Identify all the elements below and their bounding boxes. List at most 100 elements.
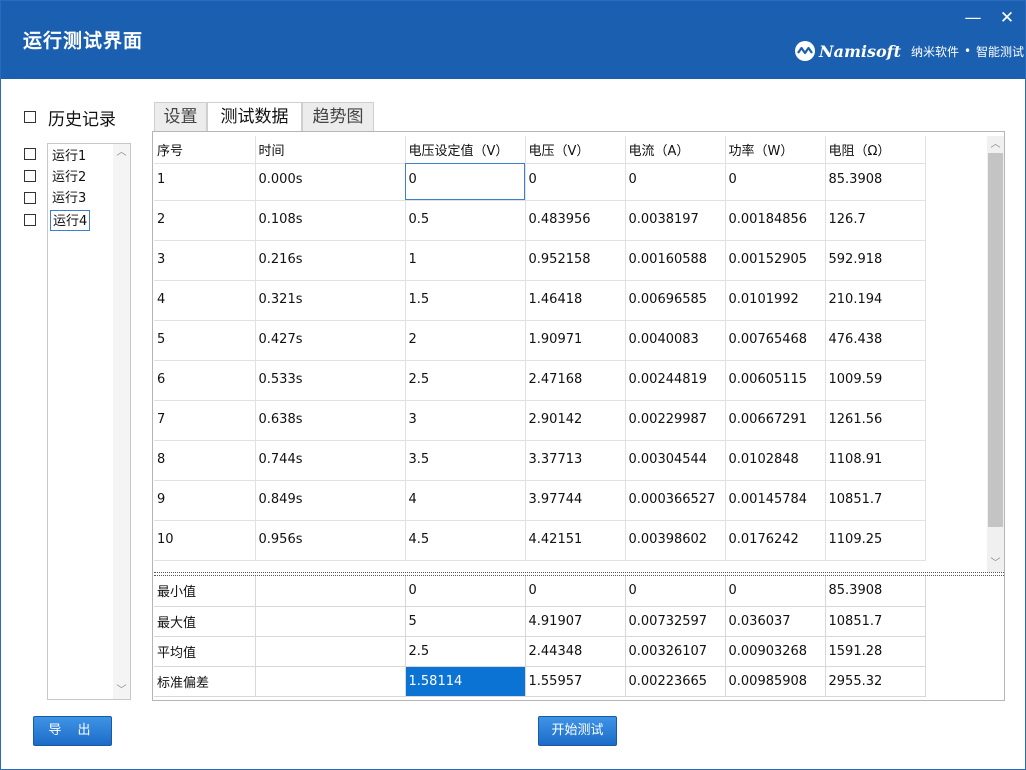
header-cell[interactable]: 时间 <box>255 136 406 164</box>
header-cell[interactable]: 序号 <box>154 136 256 164</box>
scroll-up-icon[interactable]: ︿ <box>987 136 1004 153</box>
table-cell[interactable]: 476.438 <box>825 320 926 361</box>
stats-cell[interactable]: 标准偏差 <box>154 666 256 697</box>
table-cell[interactable]: 126.7 <box>825 200 926 241</box>
table-cell[interactable]: 0.00152905 <box>725 240 826 281</box>
table-row[interactable]: 1 0.000s 0 0 0 0 85.3908 <box>154 163 926 201</box>
stats-cell[interactable] <box>255 606 406 637</box>
table-cell[interactable]: 0.321s <box>255 280 406 321</box>
table-cell[interactable]: 4 <box>154 280 256 321</box>
table-cell[interactable]: 1109.25 <box>825 520 926 561</box>
stats-cell[interactable]: 0.036037 <box>725 606 826 637</box>
table-row[interactable]: 5 0.427s 2 1.90971 0.0040083 0.00765468 476.43… <box>154 320 926 361</box>
table-cell[interactable]: 5 <box>154 320 256 361</box>
stats-row[interactable]: 最大值 5 4.91907 0.00732597 0.036037 10851.7 <box>154 606 926 637</box>
table-cell[interactable]: 2.5 <box>405 360 526 401</box>
chevron-down-icon[interactable]: ﹀ <box>113 682 130 699</box>
table-cell[interactable]: 0.00765468 <box>725 320 826 361</box>
stats-cell[interactable]: 2.5 <box>405 636 526 667</box>
table-cell[interactable]: 0.00160588 <box>625 240 726 281</box>
table-row[interactable]: 7 0.638s 3 2.90142 0.00229987 0.00667291 1261.… <box>154 400 926 441</box>
table-row[interactable]: 9 0.849s 4 3.97744 0.000366527 0.00145784 1085… <box>154 480 926 521</box>
run-checkbox-1[interactable] <box>24 148 36 160</box>
tab-trend-chart[interactable]: 趋势图 <box>302 102 374 132</box>
table-cell[interactable]: 0.744s <box>255 440 406 481</box>
start-test-button[interactable]: 开始测试 <box>538 716 617 746</box>
table-cell[interactable]: 4 <box>405 480 526 521</box>
table-cell[interactable]: 0.5 <box>405 200 526 241</box>
table-cell[interactable]: 0.00304544 <box>625 440 726 481</box>
minimize-button[interactable]: — <box>962 8 984 28</box>
stats-cell[interactable]: 85.3908 <box>825 576 926 607</box>
table-cell[interactable]: 0.952158 <box>525 240 626 281</box>
run-checkbox-4[interactable] <box>24 214 36 226</box>
close-button[interactable]: ✕ <box>996 8 1018 28</box>
stats-cell[interactable] <box>255 636 406 667</box>
table-cell[interactable]: 0.00244819 <box>625 360 726 401</box>
table-cell[interactable]: 2.47168 <box>525 360 626 401</box>
table-row[interactable]: 10 0.956s 4.5 4.42151 0.00398602 0.0176242 110… <box>154 520 926 561</box>
stats-cell[interactable]: 0.00326107 <box>625 636 726 667</box>
stats-cell[interactable]: 0 <box>625 576 726 607</box>
table-cell[interactable]: 0.849s <box>255 480 406 521</box>
run-list-scrollbar[interactable]: ︿ ﹀ <box>113 144 130 699</box>
table-cell[interactable]: 1.46418 <box>525 280 626 321</box>
header-cell[interactable]: 电阻（Ω） <box>825 136 926 164</box>
table-cell[interactable]: 0 <box>625 163 726 201</box>
stats-cell[interactable] <box>255 576 406 607</box>
header-cell[interactable]: 电压（V） <box>525 136 626 164</box>
table-cell[interactable]: 0.000366527 <box>625 480 726 521</box>
stats-cell[interactable]: 0.00223665 <box>625 666 726 697</box>
stats-cell[interactable]: 1.55957 <box>525 666 626 697</box>
table-row[interactable]: 3 0.216s 1 0.952158 0.00160588 0.00152905 592.… <box>154 240 926 281</box>
table-cell[interactable]: 2.90142 <box>525 400 626 441</box>
grid-scrollbar[interactable]: ︿ ﹀ <box>987 136 1004 572</box>
table-cell[interactable]: 6 <box>154 360 256 401</box>
table-cell[interactable]: 0.483956 <box>525 200 626 241</box>
table-row[interactable]: 4 0.321s 1.5 1.46418 0.00696585 0.0101992 210.… <box>154 280 926 321</box>
table-row[interactable]: 8 0.744s 3.5 3.37713 0.00304544 0.0102848 1108… <box>154 440 926 481</box>
table-cell[interactable]: 0.108s <box>255 200 406 241</box>
table-cell[interactable]: 7 <box>154 400 256 441</box>
table-cell[interactable]: 0.00605115 <box>725 360 826 401</box>
stats-cell[interactable]: 0 <box>725 576 826 607</box>
table-cell[interactable]: 0.216s <box>255 240 406 281</box>
stats-cell[interactable] <box>255 666 406 697</box>
table-cell[interactable]: 85.3908 <box>825 163 926 201</box>
table-cell[interactable]: 0.638s <box>255 400 406 441</box>
table-cell[interactable]: 3 <box>405 400 526 441</box>
run-list-item-2[interactable]: 运行2 <box>50 167 90 188</box>
table-cell[interactable]: 0.00229987 <box>625 400 726 441</box>
table-cell[interactable]: 1 <box>405 240 526 281</box>
table-cell[interactable]: 1.5 <box>405 280 526 321</box>
table-row[interactable]: 2 0.108s 0.5 0.483956 0.0038197 0.00184856 126… <box>154 200 926 241</box>
table-cell[interactable]: 0.00145784 <box>725 480 826 521</box>
table-cell[interactable]: 0.0040083 <box>625 320 726 361</box>
table-cell[interactable]: 3 <box>154 240 256 281</box>
table-cell[interactable]: 2 <box>154 200 256 241</box>
run-checkbox-3[interactable] <box>24 192 36 204</box>
table-cell[interactable]: 210.194 <box>825 280 926 321</box>
export-button[interactable]: 导 出 <box>33 716 112 746</box>
table-cell[interactable]: 0.0038197 <box>625 200 726 241</box>
table-row[interactable]: 6 0.533s 2.5 2.47168 0.00244819 0.00605115 100… <box>154 360 926 401</box>
table-cell[interactable]: 0.00398602 <box>625 520 726 561</box>
history-toggle[interactable]: 历史记录 <box>24 105 116 130</box>
table-cell[interactable]: 0.427s <box>255 320 406 361</box>
table-cell[interactable]: 3.37713 <box>525 440 626 481</box>
stats-cell[interactable]: 0.00985908 <box>725 666 826 697</box>
table-cell[interactable]: 10851.7 <box>825 480 926 521</box>
stats-row[interactable]: 最小值 0 0 0 0 85.3908 <box>154 576 926 607</box>
scroll-down-icon[interactable]: ﹀ <box>987 555 1004 572</box>
stats-cell[interactable]: 0.00903268 <box>725 636 826 667</box>
stats-cell[interactable]: 10851.7 <box>825 606 926 637</box>
table-cell[interactable]: 0.00696585 <box>625 280 726 321</box>
header-cell[interactable]: 电压设定值（V） <box>405 136 526 164</box>
table-cell[interactable]: 0.0102848 <box>725 440 826 481</box>
stats-cell[interactable]: 0.00732597 <box>625 606 726 637</box>
run-checkbox-2[interactable] <box>24 170 36 182</box>
chevron-up-icon[interactable]: ︿ <box>113 144 130 161</box>
stats-row[interactable]: 标准偏差 1.58114 1.55957 0.00223665 0.00985908 29… <box>154 666 926 697</box>
table-cell[interactable]: 0.956s <box>255 520 406 561</box>
stats-cell[interactable]: 平均值 <box>154 636 256 667</box>
